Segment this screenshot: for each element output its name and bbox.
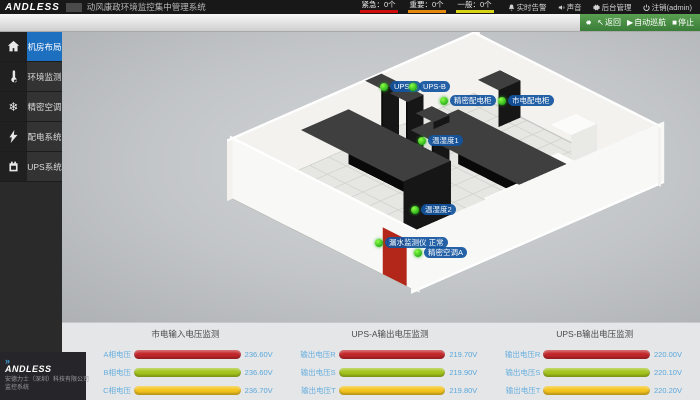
voltage-bar — [543, 368, 650, 377]
logo-badge — [66, 3, 82, 12]
voltage-bar — [339, 368, 446, 377]
voltage-row: 输出电压S 219.90V — [293, 363, 488, 381]
voltage-bar — [543, 386, 650, 395]
device-marker-temp-humidity-1[interactable]: 温湿度1 — [418, 135, 463, 146]
device-marker-temp-humidity-2[interactable]: 温湿度2 — [411, 204, 456, 215]
device-marker-ups-b[interactable]: UPS-B — [409, 81, 450, 92]
voltage-row: C相电压 236.70V — [88, 381, 283, 399]
play-icon: ▶ — [627, 18, 633, 27]
voltage-bar — [134, 386, 241, 395]
status-dot — [498, 97, 506, 105]
footer-dept: 监控系统 — [5, 384, 82, 392]
device-marker-precision-pdu[interactable]: 精密配电柜 — [440, 95, 496, 106]
voltage-row: 输出电压R 219.70V — [293, 345, 488, 363]
alarm-critical-count: 紧急：0个 — [360, 1, 398, 13]
thermometer-icon — [0, 62, 27, 91]
status-dot — [411, 206, 419, 214]
room-3d-view[interactable]: UPS-A UPS-B 精密配电柜 市电配电柜 温湿度1 温湿度2 漏水监测仪 … — [62, 32, 700, 322]
top-bar: ANDLESS 动风康政环境监控集中管理系统 紧急：0个 重要：0个 一般：0个… — [0, 0, 700, 14]
status-dot — [380, 83, 388, 91]
voltage-bar — [339, 350, 446, 359]
battery-icon — [0, 152, 27, 181]
header-buttons: 实时告警 声音 后台管理 注销(admin) — [494, 2, 700, 13]
logout-button[interactable]: 注销(admin) — [643, 2, 692, 13]
status-dot — [409, 83, 417, 91]
sound-button[interactable]: 声音 — [558, 2, 582, 13]
device-marker-mains-pdu[interactable]: 市电配电柜 — [498, 95, 554, 106]
voltage-row: B相电压 236.60V — [88, 363, 283, 381]
status-dot — [440, 97, 448, 105]
minor-underline — [456, 10, 494, 13]
alarm-minor-count: 一般：0个 — [456, 1, 494, 13]
admin-button[interactable]: 后台管理 — [593, 2, 632, 13]
room-floor — [231, 93, 656, 291]
status-dot — [375, 239, 383, 247]
device-marker-precision-ac-a[interactable]: 精密空调A — [414, 247, 467, 258]
voltage-row: 输出电压S 220.10V — [497, 363, 692, 381]
alarm-counters: 紧急：0个 重要：0个 一般：0个 — [360, 1, 494, 13]
stop-icon: ■ — [672, 18, 677, 27]
voltage-row: A相电压 236.60V — [88, 345, 283, 363]
realtime-alarm-button[interactable]: 实时告警 — [508, 2, 547, 13]
bell-icon — [508, 4, 515, 11]
back-arrow-icon: ↖ — [597, 18, 604, 27]
view-control-bar: ↖返回 ▶自动巡航 ■停止 — [580, 14, 700, 31]
sidebar: 机房布局 环境监测 ❄ 精密空调 配电系统 UPS系统 — [0, 32, 62, 400]
sub-toolbar: ↖返回 ▶自动巡航 ■停止 — [0, 14, 700, 32]
alarm-major-count: 重要：0个 — [408, 1, 446, 13]
auto-cruise-button[interactable]: ▶自动巡航 — [627, 17, 666, 28]
stop-cruise-button[interactable]: ■停止 — [672, 17, 694, 28]
major-underline — [408, 10, 446, 13]
footer-logo: ANDLESS — [5, 364, 82, 374]
panel-ups-a-output: UPS-A输出电压监测 输出电压R 219.70V 输出电压S 219.90V … — [293, 328, 488, 400]
sidebar-item-power-distribution[interactable]: 配电系统 — [0, 122, 62, 152]
app-logo: ANDLESS — [0, 2, 66, 13]
voltage-bar — [134, 368, 241, 377]
voltage-row: 输出电压T 220.20V — [497, 381, 692, 399]
critical-underline — [360, 10, 398, 13]
status-dot — [418, 137, 426, 145]
footer-branding: » ANDLESS 安德力士（深圳）科技有限公司 监控系统 — [0, 352, 86, 400]
gear-icon — [593, 4, 600, 11]
panel-ups-b-output: UPS-B输出电压监测 输出电压R 220.00V 输出电压S 220.10V … — [497, 328, 692, 400]
sidebar-item-ups-system[interactable]: UPS系统 — [0, 152, 62, 182]
home-icon — [0, 32, 27, 61]
sidebar-item-environment[interactable]: 环境监测 — [0, 62, 62, 92]
voltage-row: 输出电压R 220.00V — [497, 345, 692, 363]
voltage-bar — [339, 386, 446, 395]
panel-title: UPS-B输出电压监测 — [497, 328, 692, 340]
voltage-bar — [134, 350, 241, 359]
status-dot — [414, 249, 422, 257]
sidebar-item-room-layout[interactable]: 机房布局 — [0, 32, 62, 62]
sidebar-item-precision-ac[interactable]: ❄ 精密空调 — [0, 92, 62, 122]
snowflake-icon: ❄ — [0, 92, 27, 121]
panel-title: UPS-A输出电压监测 — [293, 328, 488, 340]
speaker-icon — [558, 4, 565, 11]
voltage-row: 输出电压T 219.80V — [293, 381, 488, 399]
lightning-icon — [0, 122, 27, 151]
app-title: 动风康政环境监控集中管理系统 — [87, 1, 206, 13]
voltage-panels: 市电输入电压监测 A相电压 236.60V B相电压 236.60V C相电压 … — [62, 322, 700, 400]
back-view-button[interactable]: ↖返回 — [597, 17, 621, 28]
panel-title: 市电输入电压监测 — [88, 328, 283, 340]
voltage-bar — [543, 350, 650, 359]
settings-gear-icon[interactable] — [586, 18, 591, 27]
panel-mains-input: 市电输入电压监测 A相电压 236.60V B相电压 236.60V C相电压 … — [88, 328, 283, 400]
footer-company: 安德力士（深圳）科技有限公司 — [5, 376, 82, 384]
power-icon — [643, 4, 650, 11]
